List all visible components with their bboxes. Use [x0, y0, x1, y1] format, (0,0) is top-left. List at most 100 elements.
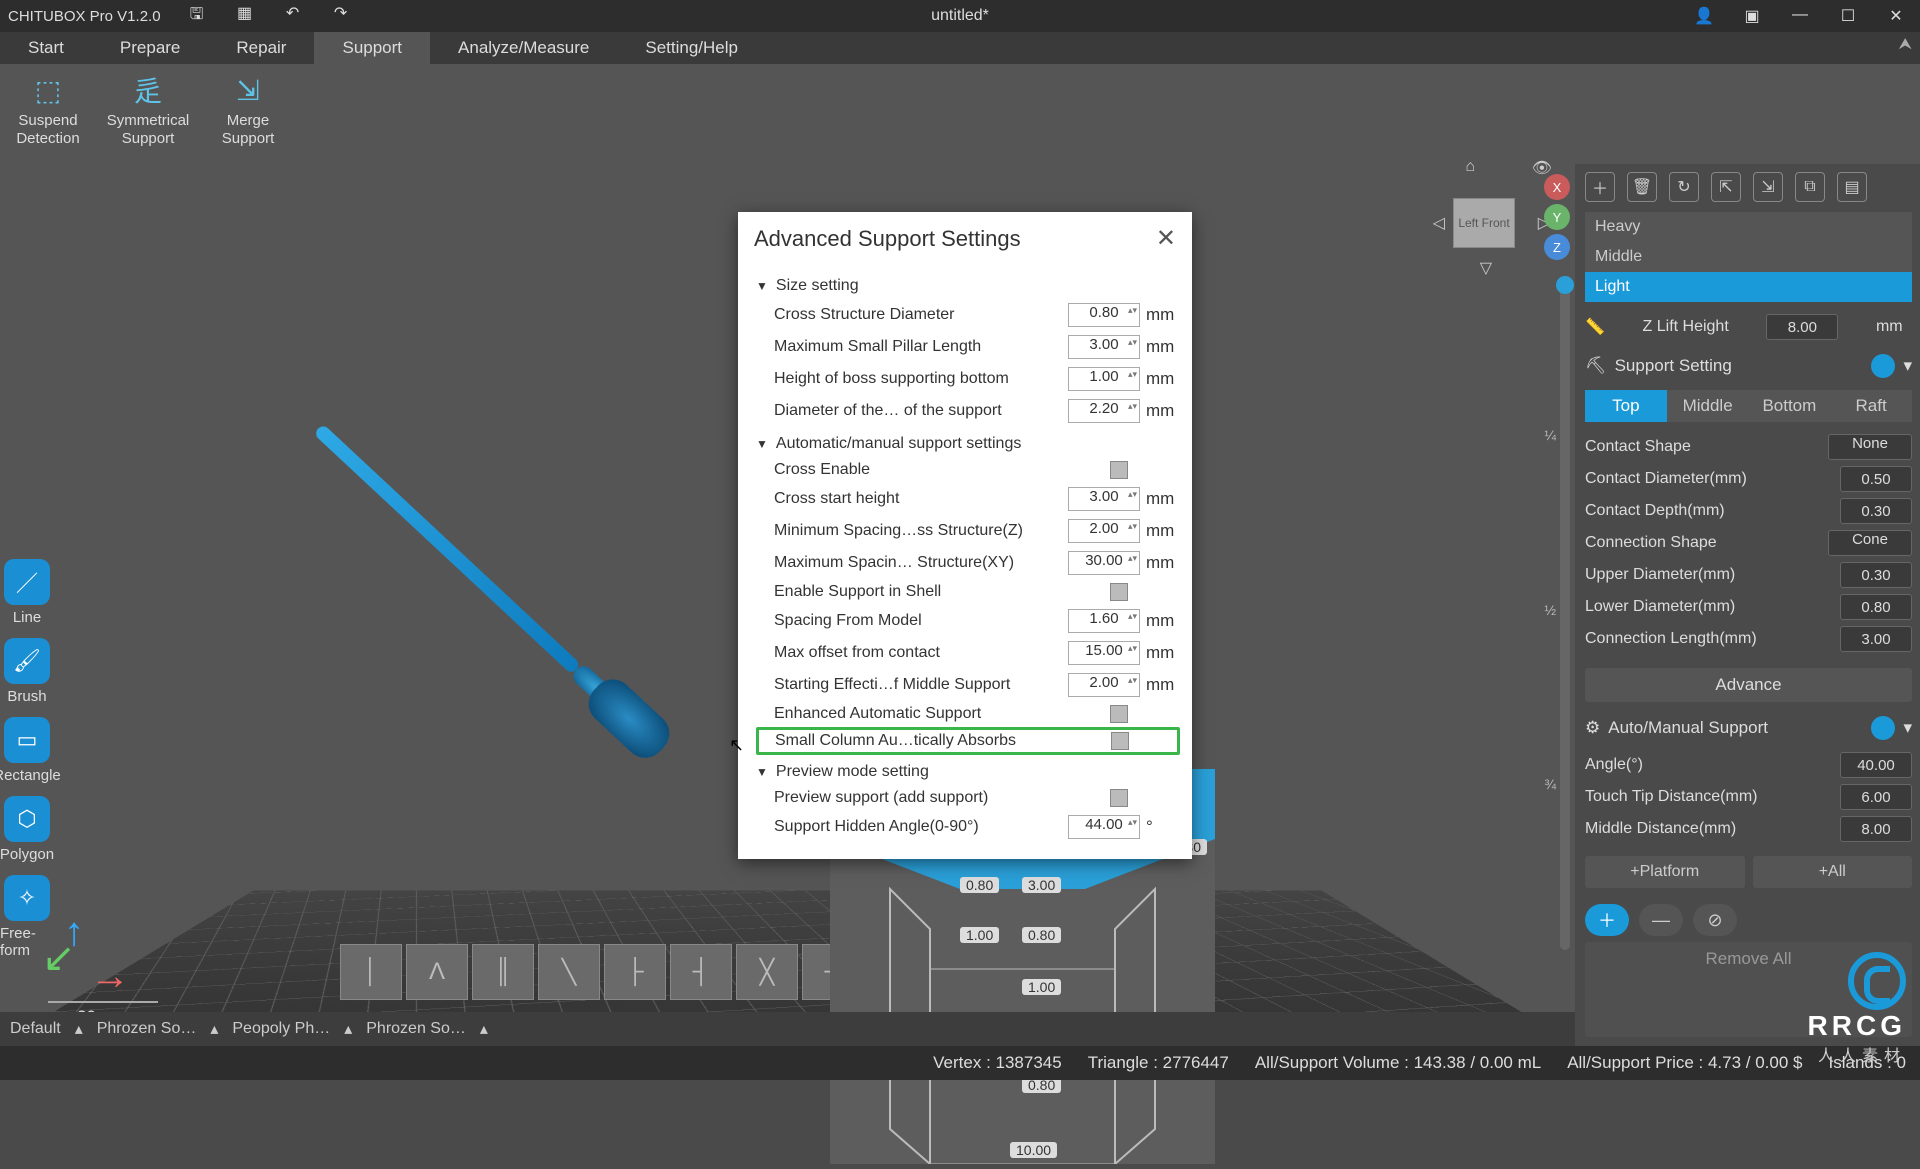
slider-knob[interactable] [1556, 276, 1574, 294]
dialog-spinner[interactable]: 3.00 [1068, 487, 1140, 511]
dialog-checkbox[interactable] [1110, 789, 1128, 807]
save-icon[interactable]: 🖫 [181, 3, 213, 30]
redo-icon[interactable]: ↷ [325, 3, 357, 30]
ribbon-merge-support[interactable]: ⇲ MergeSupport [208, 72, 288, 148]
reset-icon[interactable]: ↻ [1669, 172, 1699, 202]
collapse-icon[interactable]: ▼ [756, 437, 768, 451]
add-platform-button[interactable]: +Platform [1585, 856, 1745, 888]
collapse-icon[interactable]: ▼ [756, 765, 768, 779]
chevron-down-icon[interactable]: ▾ [1903, 356, 1912, 376]
dialog-close-icon[interactable]: ✕ [1156, 224, 1176, 253]
chevron-up-icon[interactable]: ▴ [344, 1019, 352, 1039]
arrow-left-icon[interactable]: ◁ [1433, 213, 1445, 233]
thumb-1[interactable]: │ [340, 944, 402, 1000]
menu-setting[interactable]: Setting/Help [617, 32, 766, 64]
arrow-down-icon[interactable]: ▽ [1480, 258, 1492, 278]
dialog-spinner[interactable]: 15.00 [1068, 641, 1140, 665]
copy-icon[interactable]: ⧉ [1795, 172, 1825, 202]
orientation-cube[interactable]: Left Front [1453, 198, 1515, 248]
dialog-spinner[interactable]: 2.20 [1068, 399, 1140, 423]
x-badge[interactable]: X [1544, 174, 1570, 200]
open-icon[interactable]: ▦ [229, 3, 261, 30]
thumb-7[interactable]: ╳ [736, 944, 798, 1000]
tab-middle[interactable]: Middle [1667, 390, 1749, 422]
eye-toggle-icon[interactable] [1871, 716, 1895, 740]
tool-brush[interactable]: 🖌Brush [4, 638, 50, 705]
dialog-spinner[interactable]: 3.00 [1068, 335, 1140, 359]
tool-rectangle[interactable]: ▭Rectangle [0, 717, 61, 784]
field-input[interactable] [1840, 498, 1912, 524]
profile-printer2[interactable]: Peopoly Ph… [232, 1020, 330, 1038]
preset-middle[interactable]: Middle [1585, 242, 1912, 272]
minimize-icon[interactable]: — [1784, 6, 1816, 26]
dialog-spinner[interactable]: 2.00 [1068, 519, 1140, 543]
field-input[interactable] [1840, 816, 1912, 842]
field-select[interactable]: None [1828, 434, 1912, 460]
menu-analyze[interactable]: Analyze/Measure [430, 32, 617, 64]
field-input[interactable] [1840, 626, 1912, 652]
field-select[interactable]: Cone [1828, 530, 1912, 556]
menu-repair[interactable]: Repair [208, 32, 314, 64]
menu-start[interactable]: Start [0, 32, 92, 64]
field-input[interactable] [1840, 594, 1912, 620]
dialog-checkbox[interactable] [1110, 583, 1128, 601]
add-support-icon[interactable]: ＋ [1585, 904, 1629, 936]
tool-polygon[interactable]: ⬡Polygon [0, 796, 54, 863]
thumb-4[interactable]: ╲ [538, 944, 600, 1000]
field-input[interactable] [1840, 562, 1912, 588]
feedback-icon[interactable]: ▣ [1736, 6, 1768, 26]
dialog-spinner[interactable]: 1.00 [1068, 367, 1140, 391]
chevron-up-icon[interactable]: ▴ [480, 1019, 488, 1039]
nav-cube[interactable]: ⌂ 👁 Left Front ◁ ▷ ▽ [1390, 158, 1560, 298]
zlift-input[interactable] [1766, 314, 1838, 340]
chevron-up-icon[interactable]: ▴ [75, 1019, 83, 1039]
z-badge[interactable]: Z [1544, 234, 1570, 260]
dialog-spinner[interactable]: 30.00 [1068, 551, 1140, 575]
thumb-6[interactable]: ┤ [670, 944, 732, 1000]
menu-prepare[interactable]: Prepare [92, 32, 208, 64]
dialog-checkbox[interactable] [1110, 461, 1128, 479]
dialog-checkbox[interactable] [1110, 705, 1128, 723]
dialog-spinner[interactable]: 44.00 [1068, 815, 1140, 839]
maximize-icon[interactable]: ☐ [1832, 6, 1864, 26]
chevron-up-icon[interactable]: ▴ [210, 1019, 218, 1039]
tool-line[interactable]: ／Line [4, 559, 50, 626]
add-all-button[interactable]: +All [1753, 856, 1913, 888]
block-support-icon[interactable]: ⊘ [1693, 904, 1737, 936]
profile-printer3[interactable]: Phrozen So… [366, 1020, 466, 1038]
preset-heavy[interactable]: Heavy [1585, 212, 1912, 242]
field-input[interactable] [1840, 784, 1912, 810]
delete-icon[interactable]: 🗑 [1627, 172, 1657, 202]
menu-support[interactable]: Support [314, 32, 430, 64]
ribbon-suspend-detection[interactable]: ⬚ SuspendDetection [8, 72, 88, 148]
thumb-5[interactable]: ├ [604, 944, 666, 1000]
eye-toggle-icon[interactable] [1871, 354, 1895, 378]
preset-light[interactable]: Light [1585, 272, 1912, 302]
tab-bottom[interactable]: Bottom [1749, 390, 1831, 422]
user-icon[interactable]: 👤 [1688, 6, 1720, 26]
dialog-spinner[interactable]: 1.60 [1068, 609, 1140, 633]
dialog-spinner[interactable]: 2.00 [1068, 673, 1140, 697]
close-icon[interactable]: ✕ [1880, 6, 1912, 26]
field-input[interactable] [1840, 752, 1912, 778]
save-preset-icon[interactable]: ▤ [1837, 172, 1867, 202]
add-icon[interactable]: ＋ [1585, 172, 1615, 202]
tool-freeform[interactable]: ✧Free-form [0, 875, 54, 959]
undo-icon[interactable]: ↶ [277, 3, 309, 30]
field-input[interactable] [1840, 466, 1912, 492]
home-icon[interactable]: ⌂ [1465, 158, 1475, 176]
thumb-2[interactable]: Λ [406, 944, 468, 1000]
export-icon[interactable]: ⇲ [1753, 172, 1783, 202]
y-badge[interactable]: Y [1544, 204, 1570, 230]
chevron-down-icon[interactable]: ▾ [1903, 718, 1912, 738]
thumb-3[interactable]: ║ [472, 944, 534, 1000]
collapse-icon[interactable]: ▼ [756, 279, 768, 293]
profile-default[interactable]: Default [10, 1020, 61, 1038]
remove-support-icon[interactable]: — [1639, 904, 1683, 936]
collapse-ribbon-icon[interactable]: ⮝ [1898, 36, 1912, 54]
dialog-checkbox[interactable] [1111, 732, 1129, 750]
layer-slider[interactable]: ¼ ½ ¾ [1560, 280, 1570, 950]
model-preview[interactable] [158, 257, 822, 921]
tab-top[interactable]: Top [1585, 390, 1667, 422]
ribbon-symmetrical-support[interactable]: ⾡ SymmetricalSupport [108, 72, 188, 148]
